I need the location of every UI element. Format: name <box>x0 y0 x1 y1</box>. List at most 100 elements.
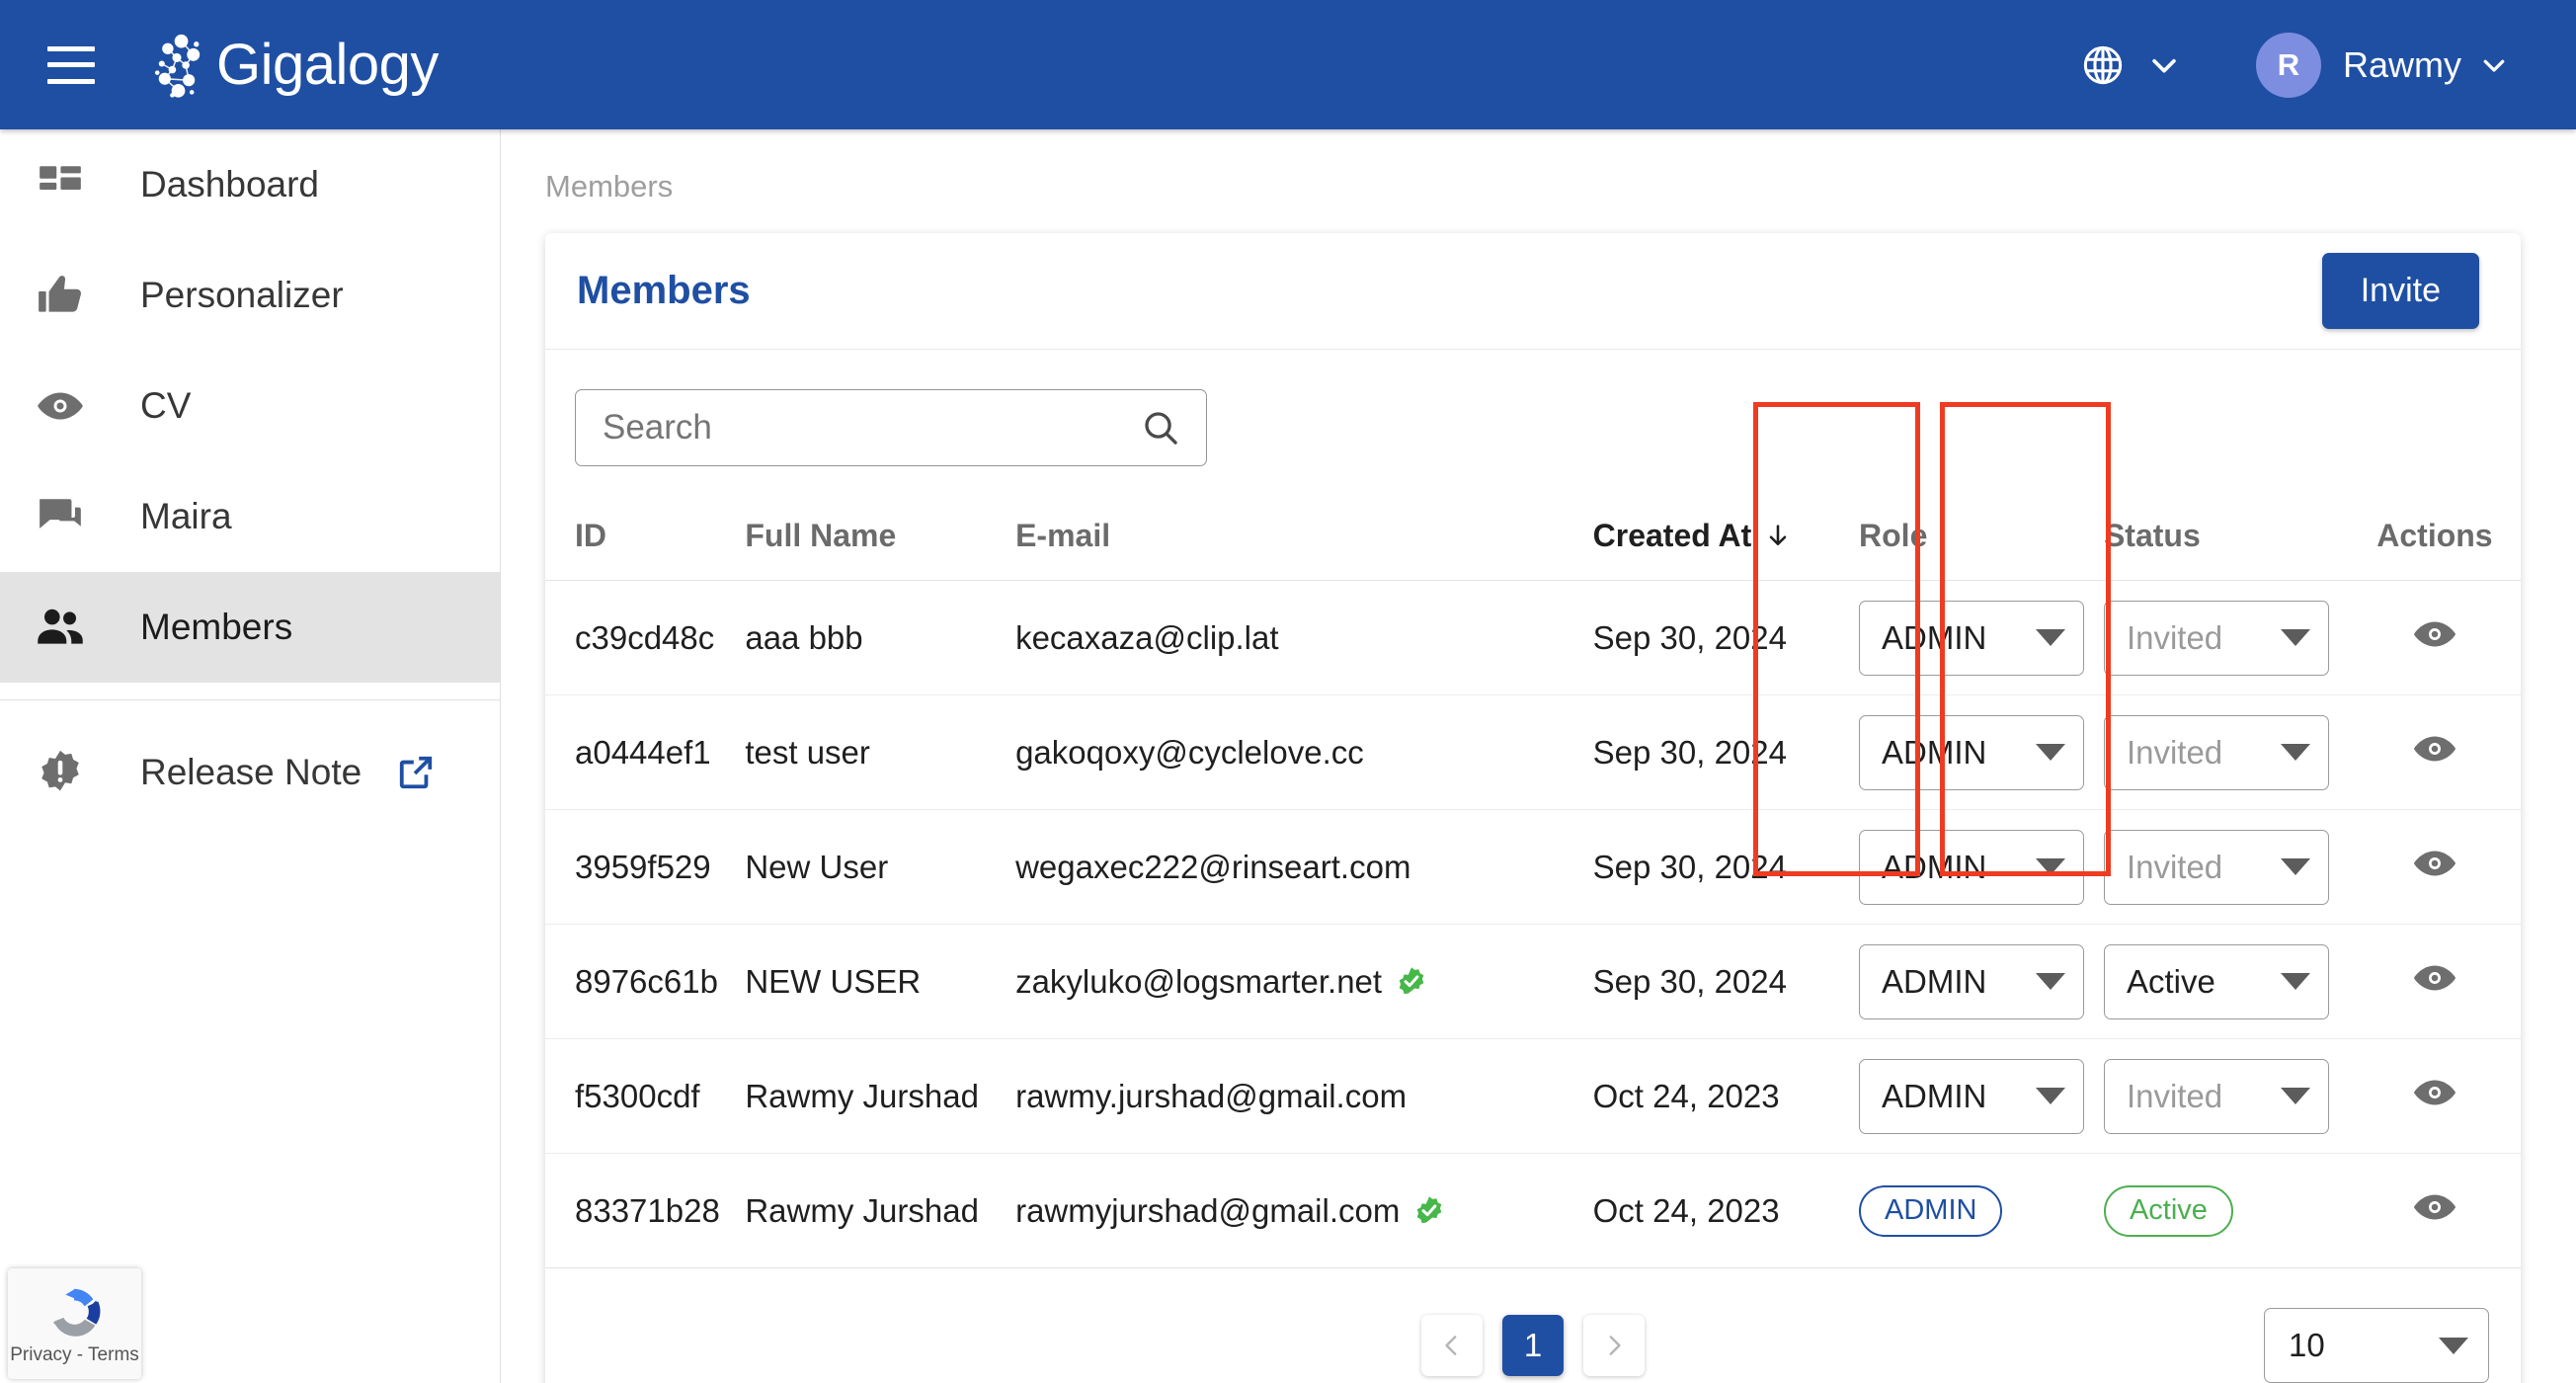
app-root: Gigalogy R Rawmy <box>0 0 2576 1383</box>
cell-actions <box>2349 695 2521 810</box>
view-member-button[interactable] <box>2412 611 2457 657</box>
cell-id: 83371b28 <box>545 1154 745 1268</box>
status-select[interactable]: Invited <box>2104 1059 2329 1134</box>
brand-logo[interactable]: Gigalogy <box>139 28 439 103</box>
role-select[interactable]: ADMIN <box>1859 601 2084 676</box>
cell-id: f5300cdf <box>545 1039 745 1154</box>
column-header-created-at-label: Created At <box>1593 518 1752 553</box>
column-header-status[interactable]: Status <box>2104 496 2349 581</box>
role-select[interactable]: ADMIN <box>1859 830 2084 905</box>
thumbs-up-icon <box>30 268 91 323</box>
cell-id: c39cd48c <box>545 581 745 695</box>
cell-role: ADMIN <box>1859 695 2104 810</box>
view-member-button[interactable] <box>2412 726 2457 772</box>
sidebar-item-members[interactable]: Members <box>0 572 500 683</box>
table-header: ID Full Name E-mail Created At Role Stat… <box>545 496 2521 581</box>
globe-icon <box>2080 42 2126 88</box>
cell-email: rawmy.jurshad@gmail.com <box>1015 1039 1593 1154</box>
status-select-value: Invited <box>2127 849 2222 886</box>
search-input[interactable] <box>603 408 1140 447</box>
user-menu[interactable]: R Rawmy <box>2250 27 2515 104</box>
view-member-button[interactable] <box>2412 1070 2457 1115</box>
recaptcha-badge[interactable]: Privacy - Terms <box>8 1268 141 1379</box>
members-card: Members Invite ID <box>545 233 2521 1383</box>
status-select-value: Invited <box>2127 619 2222 657</box>
email-text: kecaxaza@clip.lat <box>1015 619 1278 657</box>
rows-per-page-select[interactable]: 10 <box>2264 1308 2489 1383</box>
cell-created-at: Oct 24, 2023 <box>1593 1154 1859 1268</box>
caret-down-icon <box>2281 629 2310 646</box>
cell-email: gakoqoxy@cyclelove.cc <box>1015 695 1593 810</box>
cell-email: zakyluko@logsmarter.net <box>1015 925 1593 1039</box>
column-header-id[interactable]: ID <box>545 496 745 581</box>
hamburger-menu-icon[interactable] <box>47 46 95 84</box>
cell-status: Active <box>2104 925 2349 1039</box>
pagination: 1 10 <box>545 1272 2521 1383</box>
cell-actions <box>2349 1154 2521 1268</box>
view-member-button[interactable] <box>2412 955 2457 1001</box>
sidebar-item-personalizer[interactable]: Personalizer <box>0 240 500 351</box>
pagination-prev-button[interactable] <box>1421 1315 1483 1376</box>
search-icon[interactable] <box>1140 407 1181 448</box>
status-select[interactable]: Invited <box>2104 601 2329 676</box>
cell-id: 3959f529 <box>545 810 745 925</box>
cell-created-at: Sep 30, 2024 <box>1593 810 1859 925</box>
caret-down-icon <box>2036 1088 2065 1104</box>
status-select[interactable]: Active <box>2104 944 2329 1019</box>
gigalogy-mark-icon <box>139 28 214 103</box>
role-select[interactable]: ADMIN <box>1859 715 2084 790</box>
sidebar-item-label: Release Note <box>140 752 362 793</box>
column-header-created-at[interactable]: Created At <box>1593 496 1859 581</box>
cell-created-at: Oct 24, 2023 <box>1593 1039 1859 1154</box>
sidebar-item-label: Maira <box>140 496 232 537</box>
table-row: c39cd48caaa bbbkecaxaza@clip.latSep 30, … <box>545 581 2521 695</box>
search-box[interactable] <box>575 389 1207 466</box>
column-header-email[interactable]: E-mail <box>1015 496 1593 581</box>
email-text: zakyluko@logsmarter.net <box>1015 963 1382 1001</box>
sidebar: Dashboard Personalizer CV <box>0 129 501 1383</box>
pagination-page-1[interactable]: 1 <box>1502 1315 1564 1376</box>
table-row: 3959f529New Userwegaxec222@rinseart.comS… <box>545 810 2521 925</box>
role-select[interactable]: ADMIN <box>1859 1059 2084 1134</box>
sidebar-item-release-note[interactable]: Release Note <box>0 717 500 828</box>
chevron-left-icon <box>1439 1330 1465 1361</box>
sidebar-item-dashboard[interactable]: Dashboard <box>0 129 500 240</box>
cell-full-name: Rawmy Jurshad <box>745 1039 1015 1154</box>
cell-status: Invited <box>2104 810 2349 925</box>
column-header-full-name[interactable]: Full Name <box>745 496 1015 581</box>
cell-full-name: Rawmy Jurshad <box>745 1154 1015 1268</box>
app-bar: Gigalogy R Rawmy <box>0 0 2576 129</box>
sidebar-divider <box>0 699 500 700</box>
caret-down-icon <box>2036 744 2065 761</box>
table-row: a0444ef1test usergakoqoxy@cyclelove.ccSe… <box>545 695 2521 810</box>
invite-button[interactable]: Invite <box>2322 253 2479 329</box>
status-select[interactable]: Invited <box>2104 715 2329 790</box>
caret-down-icon <box>2036 858 2065 875</box>
cell-actions <box>2349 810 2521 925</box>
language-selector[interactable] <box>2072 35 2189 96</box>
status-chip: Active <box>2104 1185 2233 1237</box>
table-row: f5300cdfRawmy Jurshadrawmy.jurshad@gmail… <box>545 1039 2521 1154</box>
pagination-next-button[interactable] <box>1583 1315 1645 1376</box>
people-icon <box>30 600 91 655</box>
cell-email: kecaxaza@clip.lat <box>1015 581 1593 695</box>
caret-down-icon <box>2281 858 2310 875</box>
sidebar-item-label: Personalizer <box>140 275 344 316</box>
dashboard-grid-icon <box>30 157 91 212</box>
table-row: 83371b28Rawmy Jurshadrawmyjurshad@gmail.… <box>545 1154 2521 1268</box>
sidebar-item-cv[interactable]: CV <box>0 351 500 461</box>
brand-name: Gigalogy <box>216 37 439 94</box>
status-select[interactable]: Invited <box>2104 830 2329 905</box>
view-member-button[interactable] <box>2412 841 2457 886</box>
role-select[interactable]: ADMIN <box>1859 944 2084 1019</box>
cell-status: Invited <box>2104 1039 2349 1154</box>
sidebar-item-maira[interactable]: Maira <box>0 461 500 572</box>
column-header-role[interactable]: Role <box>1859 496 2104 581</box>
external-link-icon[interactable] <box>397 754 435 791</box>
chevron-down-icon <box>2479 50 2509 80</box>
view-member-button[interactable] <box>2412 1184 2457 1230</box>
recaptcha-privacy-terms[interactable]: Privacy - Terms <box>10 1344 139 1366</box>
cell-actions <box>2349 581 2521 695</box>
status-select-value: Invited <box>2127 734 2222 772</box>
email-text: gakoqoxy@cyclelove.cc <box>1015 734 1364 772</box>
